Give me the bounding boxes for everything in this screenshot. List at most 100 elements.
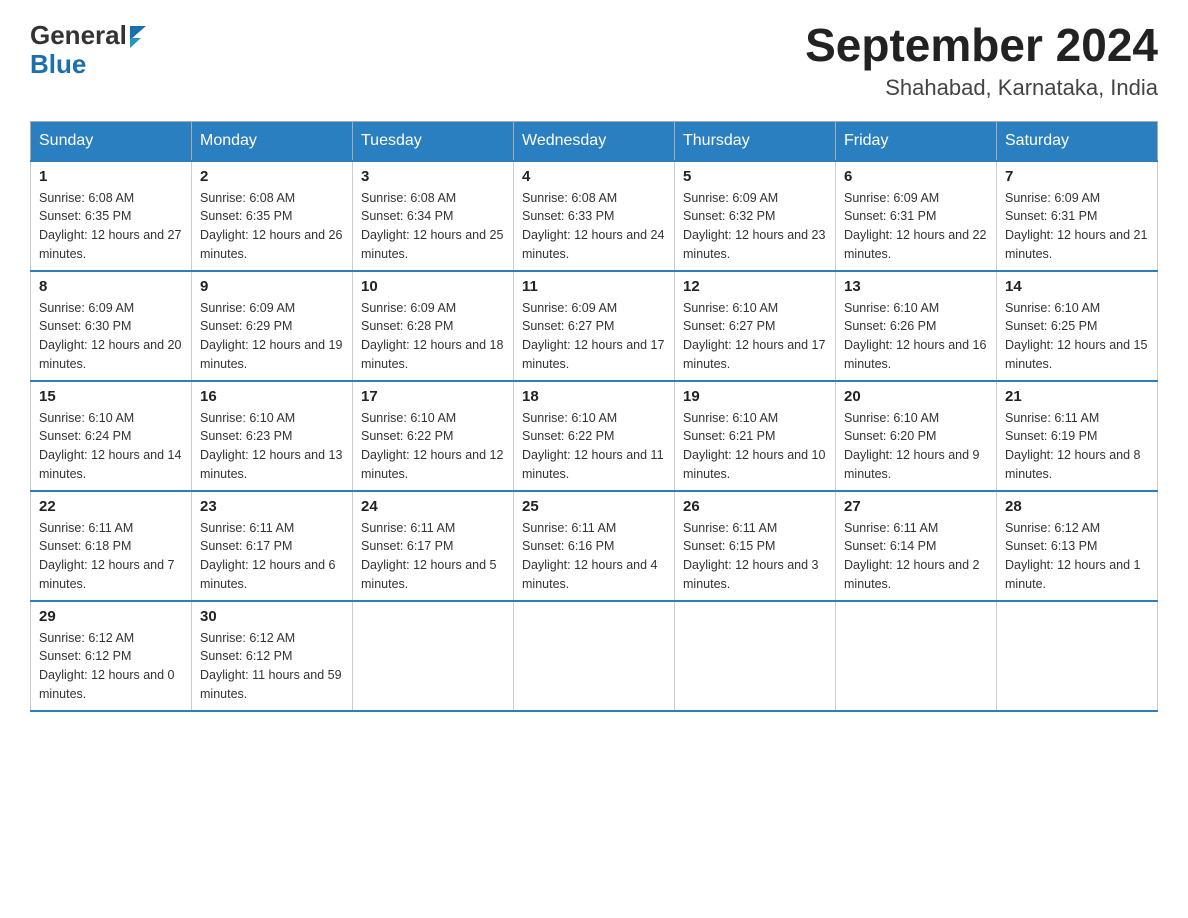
- col-wednesday: Wednesday: [514, 121, 675, 161]
- day-number: 27: [844, 498, 988, 515]
- day-number: 8: [39, 278, 183, 295]
- day-number: 9: [200, 278, 344, 295]
- col-friday: Friday: [836, 121, 997, 161]
- calendar-cell: 21 Sunrise: 6:11 AMSunset: 6:19 PMDaylig…: [997, 381, 1158, 491]
- calendar-cell: 2 Sunrise: 6:08 AMSunset: 6:35 PMDayligh…: [192, 161, 353, 271]
- calendar-cell: 8 Sunrise: 6:09 AMSunset: 6:30 PMDayligh…: [31, 271, 192, 381]
- calendar-cell: 19 Sunrise: 6:10 AMSunset: 6:21 PMDaylig…: [675, 381, 836, 491]
- day-number: 24: [361, 498, 505, 515]
- day-info: Sunrise: 6:09 AMSunset: 6:32 PMDaylight:…: [683, 191, 825, 261]
- day-number: 6: [844, 168, 988, 185]
- day-info: Sunrise: 6:09 AMSunset: 6:28 PMDaylight:…: [361, 301, 503, 371]
- calendar-cell: 22 Sunrise: 6:11 AMSunset: 6:18 PMDaylig…: [31, 491, 192, 601]
- calendar-cell: 3 Sunrise: 6:08 AMSunset: 6:34 PMDayligh…: [353, 161, 514, 271]
- calendar-cell: [514, 601, 675, 711]
- calendar-cell: 16 Sunrise: 6:10 AMSunset: 6:23 PMDaylig…: [192, 381, 353, 491]
- calendar-header-row: Sunday Monday Tuesday Wednesday Thursday…: [31, 121, 1158, 161]
- day-number: 29: [39, 608, 183, 625]
- calendar-cell: 30 Sunrise: 6:12 AMSunset: 6:12 PMDaylig…: [192, 601, 353, 711]
- calendar-cell: 23 Sunrise: 6:11 AMSunset: 6:17 PMDaylig…: [192, 491, 353, 601]
- calendar-cell: 9 Sunrise: 6:09 AMSunset: 6:29 PMDayligh…: [192, 271, 353, 381]
- calendar-cell: 14 Sunrise: 6:10 AMSunset: 6:25 PMDaylig…: [997, 271, 1158, 381]
- day-number: 21: [1005, 388, 1149, 405]
- day-info: Sunrise: 6:11 AMSunset: 6:17 PMDaylight:…: [200, 521, 336, 591]
- day-number: 23: [200, 498, 344, 515]
- day-info: Sunrise: 6:12 AMSunset: 6:12 PMDaylight:…: [200, 631, 342, 701]
- day-number: 18: [522, 388, 666, 405]
- calendar-cell: 7 Sunrise: 6:09 AMSunset: 6:31 PMDayligh…: [997, 161, 1158, 271]
- day-info: Sunrise: 6:10 AMSunset: 6:22 PMDaylight:…: [522, 411, 664, 481]
- day-info: Sunrise: 6:12 AMSunset: 6:12 PMDaylight:…: [39, 631, 175, 701]
- day-number: 14: [1005, 278, 1149, 295]
- day-info: Sunrise: 6:10 AMSunset: 6:24 PMDaylight:…: [39, 411, 181, 481]
- calendar-week-1: 1 Sunrise: 6:08 AMSunset: 6:35 PMDayligh…: [31, 161, 1158, 271]
- calendar-cell: [836, 601, 997, 711]
- col-saturday: Saturday: [997, 121, 1158, 161]
- calendar-cell: 29 Sunrise: 6:12 AMSunset: 6:12 PMDaylig…: [31, 601, 192, 711]
- calendar-cell: 28 Sunrise: 6:12 AMSunset: 6:13 PMDaylig…: [997, 491, 1158, 601]
- calendar-cell: 27 Sunrise: 6:11 AMSunset: 6:14 PMDaylig…: [836, 491, 997, 601]
- day-number: 25: [522, 498, 666, 515]
- day-number: 22: [39, 498, 183, 515]
- day-number: 11: [522, 278, 666, 295]
- day-info: Sunrise: 6:10 AMSunset: 6:25 PMDaylight:…: [1005, 301, 1147, 371]
- day-number: 15: [39, 388, 183, 405]
- calendar-week-2: 8 Sunrise: 6:09 AMSunset: 6:30 PMDayligh…: [31, 271, 1158, 381]
- calendar-cell: 4 Sunrise: 6:08 AMSunset: 6:33 PMDayligh…: [514, 161, 675, 271]
- day-info: Sunrise: 6:09 AMSunset: 6:31 PMDaylight:…: [1005, 191, 1147, 261]
- day-info: Sunrise: 6:09 AMSunset: 6:27 PMDaylight:…: [522, 301, 664, 371]
- day-info: Sunrise: 6:08 AMSunset: 6:33 PMDaylight:…: [522, 191, 664, 261]
- day-number: 3: [361, 168, 505, 185]
- day-number: 4: [522, 168, 666, 185]
- day-info: Sunrise: 6:08 AMSunset: 6:35 PMDaylight:…: [39, 191, 181, 261]
- day-info: Sunrise: 6:09 AMSunset: 6:30 PMDaylight:…: [39, 301, 181, 371]
- day-number: 12: [683, 278, 827, 295]
- day-number: 17: [361, 388, 505, 405]
- day-info: Sunrise: 6:10 AMSunset: 6:26 PMDaylight:…: [844, 301, 986, 371]
- day-info: Sunrise: 6:09 AMSunset: 6:29 PMDaylight:…: [200, 301, 342, 371]
- logo-general-text: General: [30, 20, 127, 51]
- calendar-cell: 5 Sunrise: 6:09 AMSunset: 6:32 PMDayligh…: [675, 161, 836, 271]
- day-number: 7: [1005, 168, 1149, 185]
- col-monday: Monday: [192, 121, 353, 161]
- day-number: 19: [683, 388, 827, 405]
- day-info: Sunrise: 6:11 AMSunset: 6:17 PMDaylight:…: [361, 521, 497, 591]
- day-info: Sunrise: 6:12 AMSunset: 6:13 PMDaylight:…: [1005, 521, 1141, 591]
- logo-blue-text: Blue: [30, 49, 86, 80]
- calendar-cell: [353, 601, 514, 711]
- calendar-cell: 1 Sunrise: 6:08 AMSunset: 6:35 PMDayligh…: [31, 161, 192, 271]
- calendar-cell: 13 Sunrise: 6:10 AMSunset: 6:26 PMDaylig…: [836, 271, 997, 381]
- day-info: Sunrise: 6:11 AMSunset: 6:14 PMDaylight:…: [844, 521, 980, 591]
- day-info: Sunrise: 6:11 AMSunset: 6:15 PMDaylight:…: [683, 521, 819, 591]
- day-info: Sunrise: 6:09 AMSunset: 6:31 PMDaylight:…: [844, 191, 986, 261]
- calendar-week-5: 29 Sunrise: 6:12 AMSunset: 6:12 PMDaylig…: [31, 601, 1158, 711]
- day-info: Sunrise: 6:10 AMSunset: 6:27 PMDaylight:…: [683, 301, 825, 371]
- col-thursday: Thursday: [675, 121, 836, 161]
- calendar-cell: 15 Sunrise: 6:10 AMSunset: 6:24 PMDaylig…: [31, 381, 192, 491]
- calendar-cell: 20 Sunrise: 6:10 AMSunset: 6:20 PMDaylig…: [836, 381, 997, 491]
- calendar-cell: [997, 601, 1158, 711]
- day-info: Sunrise: 6:10 AMSunset: 6:21 PMDaylight:…: [683, 411, 825, 481]
- day-number: 10: [361, 278, 505, 295]
- day-info: Sunrise: 6:11 AMSunset: 6:18 PMDaylight:…: [39, 521, 175, 591]
- calendar-cell: 12 Sunrise: 6:10 AMSunset: 6:27 PMDaylig…: [675, 271, 836, 381]
- day-number: 20: [844, 388, 988, 405]
- calendar-table: Sunday Monday Tuesday Wednesday Thursday…: [30, 121, 1158, 712]
- day-info: Sunrise: 6:11 AMSunset: 6:16 PMDaylight:…: [522, 521, 658, 591]
- day-number: 30: [200, 608, 344, 625]
- day-number: 1: [39, 168, 183, 185]
- calendar-week-4: 22 Sunrise: 6:11 AMSunset: 6:18 PMDaylig…: [31, 491, 1158, 601]
- page-title: September 2024: [805, 20, 1158, 71]
- calendar-cell: 25 Sunrise: 6:11 AMSunset: 6:16 PMDaylig…: [514, 491, 675, 601]
- page-subtitle: Shahabad, Karnataka, India: [805, 75, 1158, 101]
- calendar-cell: 18 Sunrise: 6:10 AMSunset: 6:22 PMDaylig…: [514, 381, 675, 491]
- day-number: 5: [683, 168, 827, 185]
- day-info: Sunrise: 6:10 AMSunset: 6:23 PMDaylight:…: [200, 411, 342, 481]
- day-info: Sunrise: 6:10 AMSunset: 6:22 PMDaylight:…: [361, 411, 503, 481]
- col-tuesday: Tuesday: [353, 121, 514, 161]
- day-info: Sunrise: 6:11 AMSunset: 6:19 PMDaylight:…: [1005, 411, 1141, 481]
- logo: General Blue: [30, 20, 146, 80]
- title-section: September 2024 Shahabad, Karnataka, Indi…: [805, 20, 1158, 101]
- calendar-cell: 11 Sunrise: 6:09 AMSunset: 6:27 PMDaylig…: [514, 271, 675, 381]
- calendar-cell: 26 Sunrise: 6:11 AMSunset: 6:15 PMDaylig…: [675, 491, 836, 601]
